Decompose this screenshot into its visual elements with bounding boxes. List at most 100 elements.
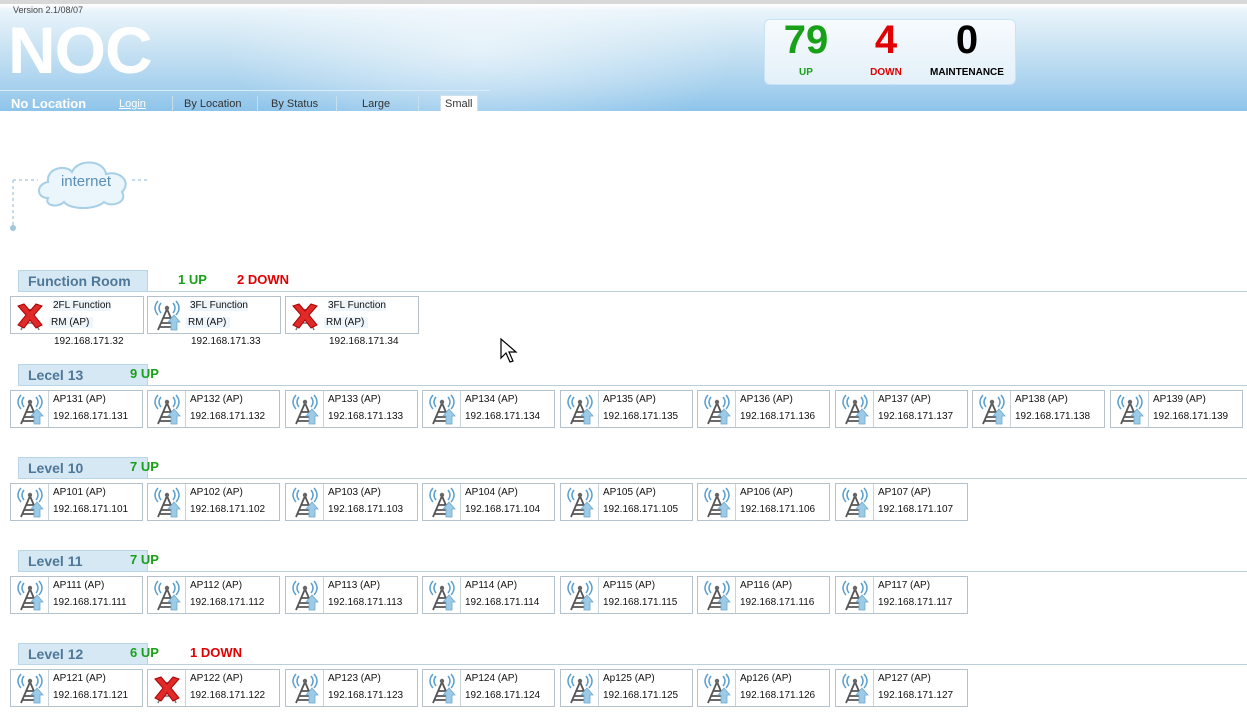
tile-divider — [185, 391, 186, 427]
up-count: 79 — [783, 18, 829, 62]
down-label: DOWN — [870, 67, 902, 78]
device-tile[interactable]: AP127 (AP) 192.168.171.127 — [835, 669, 968, 707]
device-tile[interactable]: AP139 (AP) 192.168.171.139 — [1110, 390, 1243, 428]
tile-divider — [460, 577, 461, 613]
access-point-icon — [17, 394, 44, 425]
device-tile[interactable]: Ap126 (AP) 192.168.171.126 — [697, 669, 830, 707]
device-tile[interactable]: AP136 (AP) 192.168.171.136 — [697, 390, 830, 428]
device-tile[interactable]: AP105 (AP) 192.168.171.105 — [560, 483, 693, 521]
group-title-tab[interactable]: Lecel 13 — [18, 364, 148, 386]
device-tile[interactable]: AP137 (AP) 192.168.171.137 — [835, 390, 968, 428]
access-point-icon — [704, 580, 731, 611]
device-tile[interactable]: AP112 (AP) 192.168.171.112 — [147, 576, 280, 614]
device-name: AP133 (AP) — [328, 394, 381, 405]
access-point-icon — [292, 673, 319, 704]
device-ip: 192.168.171.33 — [191, 336, 261, 347]
device-ip: 192.168.171.139 — [1153, 411, 1229, 422]
device-name-line2: RM (AP) — [49, 317, 94, 328]
down-status-icon — [292, 303, 318, 331]
device-tile[interactable]: AP132 (AP) 192.168.171.132 — [147, 390, 280, 428]
device-tile[interactable]: AP113 (AP) 192.168.171.113 — [285, 576, 418, 614]
device-tile[interactable]: AP134 (AP) 192.168.171.134 — [422, 390, 555, 428]
device-name: AP123 (AP) — [328, 673, 381, 684]
device-name: 2FL Function — [53, 300, 111, 311]
by-status-tab[interactable]: By Status — [271, 98, 318, 110]
login-link[interactable]: Login — [119, 98, 146, 110]
device-name-line2: RM (AP) — [186, 317, 231, 328]
by-location-tab[interactable]: By Location — [184, 98, 241, 110]
device-tile[interactable]: AP135 (AP) 192.168.171.135 — [560, 390, 693, 428]
device-name-line2: RM (AP) — [324, 317, 369, 328]
device-tile[interactable]: AP101 (AP) 192.168.171.101 — [10, 483, 143, 521]
access-point-icon — [842, 487, 869, 518]
device-tile[interactable]: AP131 (AP) 192.168.171.131 — [10, 390, 143, 428]
device-tile[interactable]: AP124 (AP) 192.168.171.124 — [422, 669, 555, 707]
device-ip: 192.168.171.103 — [328, 504, 404, 515]
tile-divider — [873, 484, 874, 520]
tile-divider — [1010, 391, 1011, 427]
tile-divider — [48, 670, 49, 706]
group-title-tab[interactable]: Level 12 — [18, 643, 148, 665]
device-name: AP115 (AP) — [603, 580, 656, 591]
device-tile[interactable]: AP104 (AP) 192.168.171.104 — [422, 483, 555, 521]
device-list: AP131 (AP) 192.168.171.131 AP132 (AP) 192.1… — [0, 390, 1247, 430]
device-name: AP124 (AP) — [465, 673, 518, 684]
device-tile[interactable]: AP114 (AP) 192.168.171.114 — [422, 576, 555, 614]
device-name: AP116 (AP) — [740, 580, 793, 591]
device-name: AP111 (AP) — [53, 580, 105, 591]
device-tile[interactable]: AP117 (AP) 192.168.171.117 — [835, 576, 968, 614]
device-ip: 192.168.171.134 — [465, 411, 541, 422]
large-view-tab[interactable]: Large — [362, 98, 390, 110]
device-tile[interactable]: 3FL Function RM (AP) — [147, 296, 281, 334]
tile-divider — [735, 484, 736, 520]
device-tile[interactable]: AP138 (AP) 192.168.171.138 — [972, 390, 1105, 428]
group-title-tab[interactable]: Level 11 — [18, 550, 148, 572]
small-view-tab[interactable]: Small — [440, 95, 478, 111]
tile-divider — [323, 391, 324, 427]
device-tile[interactable]: AP122 (AP) 192.168.171.122 — [147, 669, 280, 707]
device-tile[interactable]: AP123 (AP) 192.168.171.123 — [285, 669, 418, 707]
device-tile[interactable]: AP106 (AP) 192.168.171.106 — [697, 483, 830, 521]
device-name: AP127 (AP) — [878, 673, 931, 684]
device-tile[interactable]: AP115 (AP) 192.168.171.115 — [560, 576, 693, 614]
access-point-icon — [154, 300, 181, 331]
group-down-count: 2 DOWN — [237, 272, 289, 287]
group-title-tab[interactable]: Function Room — [18, 270, 148, 292]
device-ip: 192.168.171.137 — [878, 411, 954, 422]
device-group: Lecel 13 9 UP AP131 (AP) 192.168.171.131 AP1… — [0, 364, 1247, 430]
tile-divider — [598, 577, 599, 613]
device-group: Level 11 7 UP AP111 (AP) 192.168.171.111 AP1… — [0, 550, 1247, 616]
group-header: Level 12 6 UP 1 DOWN — [0, 643, 1247, 667]
tile-divider — [48, 577, 49, 613]
tile-divider — [873, 577, 874, 613]
maintenance-label: MAINTENANCE — [930, 67, 1004, 78]
device-ip: 192.168.171.34 — [329, 336, 399, 347]
access-point-icon — [704, 394, 731, 425]
device-tile[interactable]: Ap125 (AP) 192.168.171.125 — [560, 669, 693, 707]
tile-divider — [873, 670, 874, 706]
device-tile[interactable]: AP103 (AP) 192.168.171.103 — [285, 483, 418, 521]
device-tile[interactable]: AP102 (AP) 192.168.171.102 — [147, 483, 280, 521]
device-tile[interactable]: AP121 (AP) 192.168.171.121 — [10, 669, 143, 707]
access-point-icon — [154, 487, 181, 518]
tile-divider — [323, 577, 324, 613]
device-ip: 192.168.171.105 — [603, 504, 679, 515]
maintenance-count: 0 — [955, 18, 979, 62]
device-tile[interactable]: 3FL Function RM (AP) — [285, 296, 419, 334]
device-ip: 192.168.171.106 — [740, 504, 816, 515]
access-point-icon — [979, 394, 1006, 425]
device-tile[interactable]: AP107 (AP) 192.168.171.107 — [835, 483, 968, 521]
device-group: Level 10 7 UP AP101 (AP) 192.168.171.101 AP1… — [0, 457, 1247, 523]
device-tile[interactable]: AP111 (AP) 192.168.171.111 — [10, 576, 143, 614]
device-tile[interactable]: AP133 (AP) 192.168.171.133 — [285, 390, 418, 428]
tile-divider — [735, 670, 736, 706]
group-title-tab[interactable]: Level 10 — [18, 457, 148, 479]
internet-node[interactable]: internet — [8, 150, 158, 239]
device-tile[interactable]: AP116 (AP) 192.168.171.116 — [697, 576, 830, 614]
device-tile[interactable]: 2FL Function RM (AP) — [10, 296, 144, 334]
tile-divider — [460, 484, 461, 520]
access-point-icon — [567, 580, 594, 611]
access-point-icon — [17, 487, 44, 518]
access-point-icon — [567, 673, 594, 704]
tile-divider — [735, 577, 736, 613]
